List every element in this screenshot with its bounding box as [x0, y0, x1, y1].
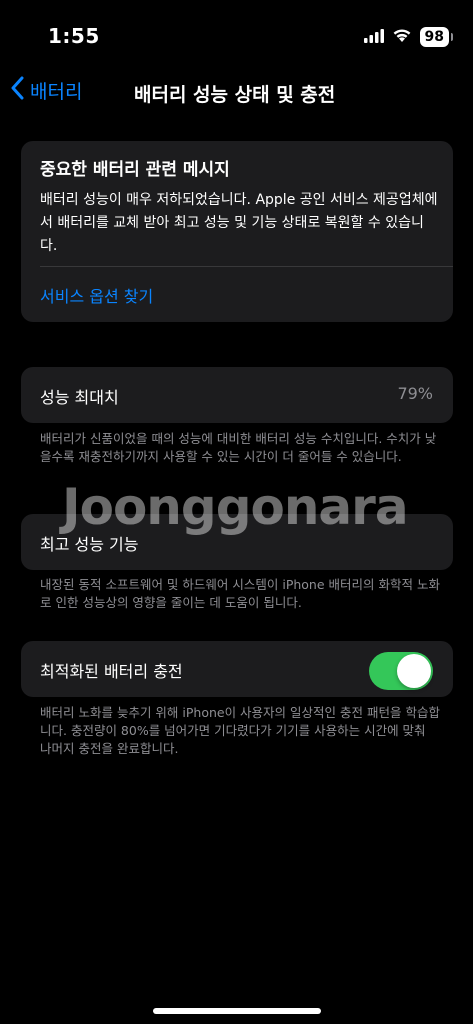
nav-bar: 배터리 배터리 성능 상태 및 충전 — [0, 70, 473, 114]
battery-icon: 98 — [419, 27, 454, 47]
chevron-left-icon — [10, 76, 24, 105]
message-title: 중요한 배터리 관련 메시지 — [40, 160, 230, 180]
message-body: 배터리 성능이 매우 저하되었습니다. Apple 공인 서비스 제공업체에서 … — [40, 192, 438, 254]
status-bar: 1:55 98 — [0, 0, 473, 70]
home-indicator — [153, 1008, 321, 1014]
max-capacity-row: 성능 최대치 79% — [21, 367, 453, 423]
divider — [40, 266, 453, 267]
battery-message-card: 중요한 배터리 관련 메시지 배터리 성능이 매우 저하되었습니다. Apple… — [21, 141, 453, 322]
max-capacity-label: 성능 최대치 — [40, 388, 119, 407]
page-title: 배터리 성능 상태 및 충전 — [134, 84, 336, 106]
toggle-knob — [397, 654, 431, 688]
back-button[interactable]: 배터리 — [10, 76, 82, 105]
back-label: 배터리 — [30, 81, 83, 103]
wifi-icon — [392, 28, 412, 47]
optimized-charging-footnote: 배터리 노화를 늦추기 위해 iPhone이 사용자의 일상적인 충전 패턴을 … — [40, 705, 440, 756]
max-capacity-value: 79% — [397, 384, 433, 403]
max-capacity-footnote: 배터리가 신품이었을 때의 성능에 대비한 배터리 성능 수치입니다. 수치가 … — [40, 431, 437, 464]
service-options-link[interactable]: 서비스 옵션 찾기 — [40, 283, 153, 307]
signal-icon — [363, 28, 384, 47]
peak-performance-footnote: 내장된 동적 소프트웨어 및 하드웨어 시스템이 iPhone 배터리의 화학적… — [40, 577, 440, 610]
peak-performance-label: 최고 성능 기능 — [40, 535, 139, 554]
status-time: 1:55 — [48, 24, 100, 48]
optimized-charging-row: 최적화된 배터리 충전 — [21, 641, 453, 697]
optimized-charging-label: 최적화된 배터리 충전 — [40, 662, 183, 681]
status-icons: 98 — [363, 26, 454, 48]
optimized-charging-toggle[interactable] — [369, 652, 433, 690]
peak-performance-row: 최고 성능 기능 — [21, 514, 453, 570]
